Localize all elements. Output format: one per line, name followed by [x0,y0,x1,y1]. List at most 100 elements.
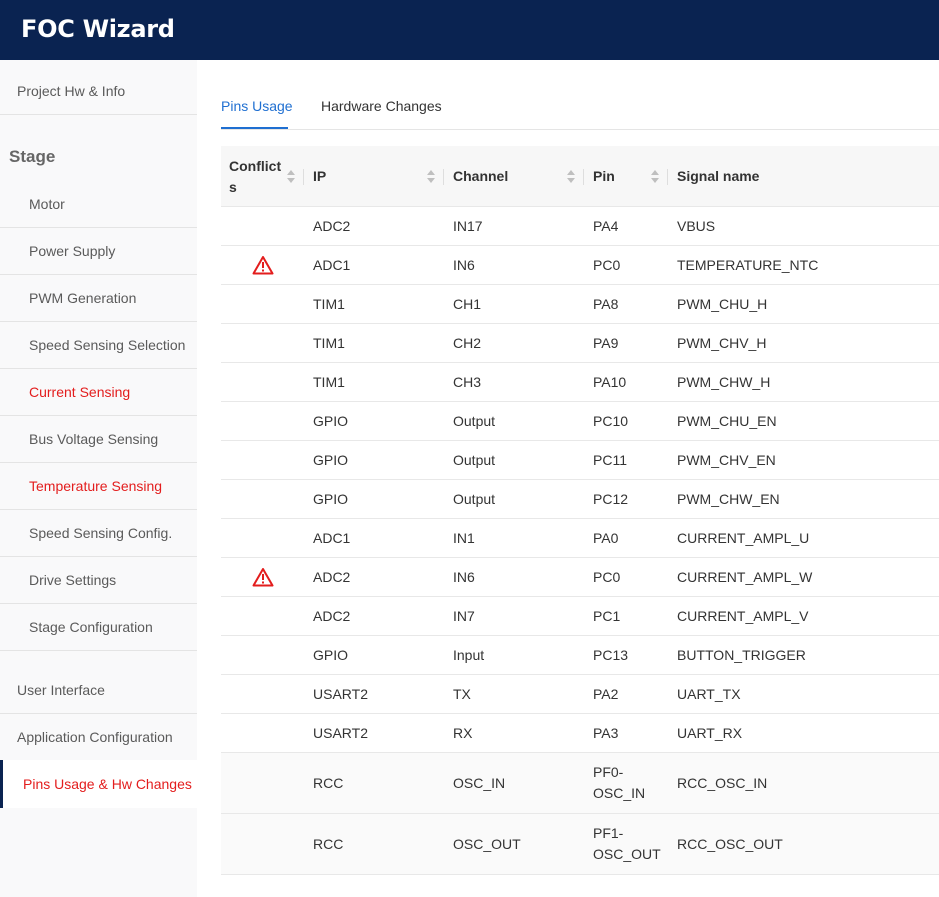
cell-ip: GPIO [313,452,349,468]
column-separator [303,169,304,185]
main-content: Pins Usage Hardware Changes Conflict s IP… [197,60,939,897]
cell-signal-name: VBUS [677,218,716,234]
cell-ip: ADC1 [313,257,351,273]
sidebar-item-drive-settings[interactable]: Drive Settings [0,557,197,603]
column-header-conflicts[interactable]: Conflict s [229,156,281,198]
sidebar-item-stage-configuration[interactable]: Stage Configuration [0,604,197,650]
cell-channel: OSC_OUT [453,836,521,852]
cell-ip: TIM1 [313,374,345,390]
column-separator [443,169,444,185]
sidebar: Project Hw & Info Stage Motor Power Suppl… [0,60,197,897]
cell-channel: IN1 [453,530,475,546]
cell-pin: PA2 [593,686,619,702]
app-title: FOC Wizard [21,15,175,43]
tabs-divider [221,129,939,130]
cell-channel: IN17 [453,218,483,234]
cell-pin: PA0 [593,530,619,546]
cell-ip: GPIO [313,647,349,663]
sidebar-item-temperature-sensing[interactable]: Temperature Sensing [0,463,197,509]
cell-pin: PC11 [593,452,627,468]
cell-signal-name: RCC_OSC_OUT [677,836,783,852]
column-header-signal-name[interactable]: Signal name [677,168,759,184]
table-row[interactable]: ADC1 IN6 PC0 TEMPERATURE_NTC [221,246,939,285]
cell-pin: PC10 [593,413,629,429]
column-header-channel[interactable]: Channel [453,168,508,184]
sidebar-divider [0,114,197,115]
cell-signal-name: PWM_CHV_EN [677,452,776,468]
cell-pin: PA8 [593,296,619,312]
sidebar-divider [0,650,197,651]
sidebar-stage-heading: Stage [9,147,56,166]
cell-ip: TIM1 [313,296,345,312]
table-row[interactable]: GPIO Output PC11 PWM_CHV_EN [221,441,939,480]
cell-ip: USART2 [313,725,368,741]
table-row[interactable]: TIM1 CH1 PA8 PWM_CHU_H [221,285,939,324]
sidebar-item-project-hw-info[interactable]: Project Hw & Info [0,72,197,110]
cell-ip: GPIO [313,413,349,429]
cell-signal-name: BUTTON_TRIGGER [677,647,806,663]
sidebar-item-speed-sensing-config[interactable]: Speed Sensing Config. [0,510,197,556]
table-row[interactable]: TIM1 CH2 PA9 PWM_CHV_H [221,324,939,363]
table-row[interactable]: TIM1 CH3 PA10 PWM_CHW_H [221,363,939,402]
cell-channel: Output [453,413,496,429]
warning-triangle-icon [252,567,274,587]
cell-ip: ADC2 [313,608,351,624]
sort-caret-icon[interactable] [651,170,659,184]
cell-channel: CH2 [453,335,482,351]
table-row[interactable]: RCC OSC_OUT PF1- OSC_OUT RCC_OSC_OUT [221,814,939,875]
tab-hardware-changes[interactable]: Hardware Changes [321,98,442,114]
cell-ip: ADC2 [313,569,351,585]
column-header-pin[interactable]: Pin [593,168,615,184]
cell-channel: IN6 [453,257,475,273]
sidebar-item-application-configuration[interactable]: Application Configuration [0,714,197,760]
cell-signal-name: UART_TX [677,686,741,702]
cell-signal-name: UART_RX [677,725,743,741]
cell-signal-name: CURRENT_AMPL_V [677,608,809,624]
table-row[interactable]: USART2 TX PA2 UART_TX [221,675,939,714]
tab-pins-usage[interactable]: Pins Usage [221,98,293,114]
cell-pin: PC12 [593,491,629,507]
cell-pin: PC0 [593,569,621,585]
column-header-ip[interactable]: IP [313,168,326,184]
cell-signal-name: RCC_OSC_IN [677,775,768,791]
cell-pin: PF1- OSC_OUT [593,825,661,862]
sidebar-item-speed-sensing-selection[interactable]: Speed Sensing Selection [0,322,197,368]
sidebar-item-motor[interactable]: Motor [0,181,197,227]
cell-signal-name: CURRENT_AMPL_W [677,569,813,585]
sidebar-item-user-interface[interactable]: User Interface [0,667,197,713]
cell-ip: TIM1 [313,335,345,351]
sidebar-item-current-sensing[interactable]: Current Sensing [0,369,197,415]
sidebar-item-pwm-generation[interactable]: PWM Generation [0,275,197,321]
cell-signal-name: PWM_CHU_EN [677,413,777,429]
cell-signal-name: PWM_CHV_H [677,335,767,351]
table-row[interactable]: GPIO Output PC12 PWM_CHW_EN [221,480,939,519]
sidebar-item-bus-voltage-sensing[interactable]: Bus Voltage Sensing [0,416,197,462]
table-row[interactable]: GPIO Input PC13 BUTTON_TRIGGER [221,636,939,675]
table-row[interactable]: USART2 RX PA3 UART_RX [221,714,939,753]
cell-pin: PA9 [593,335,619,351]
sidebar-item-pins-usage-hw-changes[interactable]: Pins Usage & Hw Changes [0,760,197,808]
table-row[interactable]: RCC OSC_IN PF0- OSC_IN RCC_OSC_IN [221,753,939,814]
cell-channel: Output [453,452,496,468]
table-row[interactable]: ADC2 IN17 PA4 VBUS [221,207,939,246]
sidebar-item-power-supply[interactable]: Power Supply [0,228,197,274]
cell-ip: ADC1 [313,530,351,546]
sort-caret-icon[interactable] [567,170,575,184]
cell-signal-name: PWM_CHW_H [677,374,771,390]
sort-caret-icon[interactable] [427,170,435,184]
cell-ip: USART2 [313,686,368,702]
table-row[interactable]: ADC2 IN7 PC1 CURRENT_AMPL_V [221,597,939,636]
table-row[interactable]: ADC2 IN6 PC0 CURRENT_AMPL_W [221,558,939,597]
cell-pin: PA4 [593,218,619,234]
cell-pin: PC0 [593,257,621,273]
table-header: Conflict s IP Channel Pin Signal name [221,146,939,207]
cell-signal-name: TEMPERATURE_NTC [677,257,819,273]
table-row[interactable]: GPIO Output PC10 PWM_CHU_EN [221,402,939,441]
table-row[interactable]: ADC1 IN1 PA0 CURRENT_AMPL_U [221,519,939,558]
cell-channel: Input [453,647,485,663]
sort-caret-icon[interactable] [287,170,295,184]
cell-signal-name: CURRENT_AMPL_U [677,530,810,546]
cell-pin: PC13 [593,647,629,663]
cell-ip: RCC [313,836,344,852]
active-tab-indicator [221,127,288,129]
